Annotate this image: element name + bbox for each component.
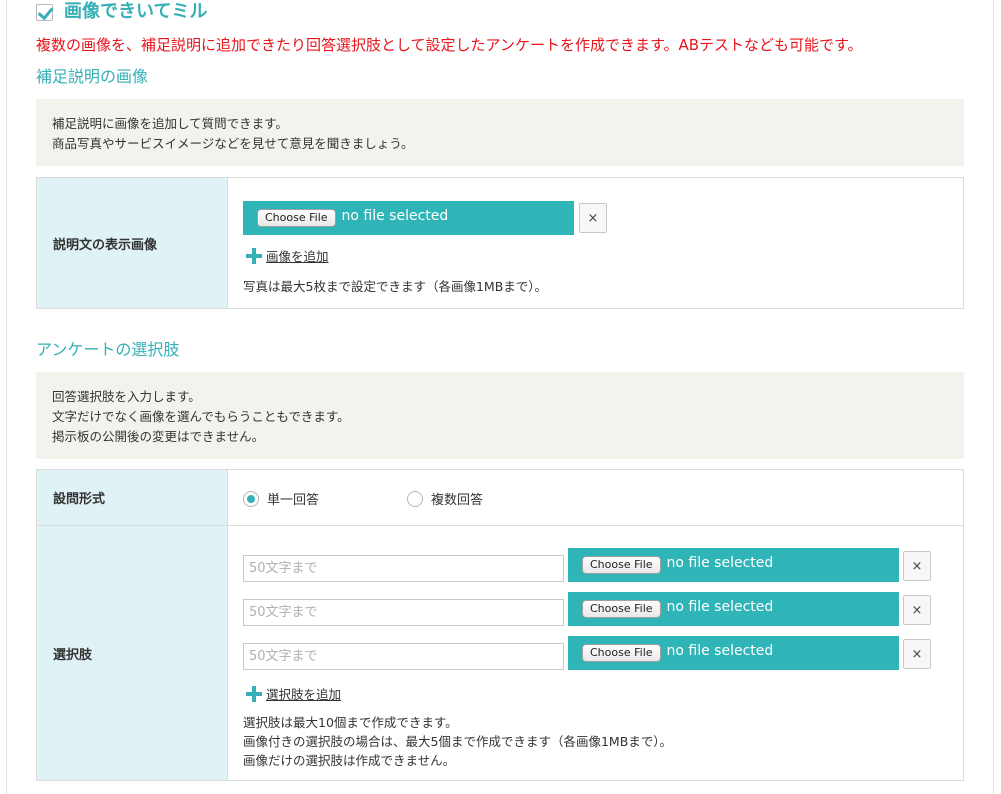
supplement-form-table: 説明文の表示画像 Choose File no file selected × … — [36, 177, 964, 309]
radio-multiple[interactable]: 複数回答 — [407, 489, 483, 508]
choices-form-table: 設問形式 単一回答 複数回答 選択肢 Choose File no file s… — [36, 469, 964, 781]
supplement-image-row: 説明文の表示画像 Choose File no file selected × … — [37, 178, 963, 308]
supplement-info-box: 補足説明に画像を追加して質問できます。 商品写真やサービスイメージなどを見せて意… — [36, 99, 964, 166]
image-limit-note: 写真は最大5枚まで設定できます（各画像1MBまで）。 — [243, 279, 548, 294]
file-status: no file selected — [666, 643, 774, 659]
note-line: 画像付きの選択肢の場合は、最大5個まで作成できます（各画像1MBまで）。 — [243, 734, 673, 749]
page-title: 画像できいてミル — [64, 1, 208, 22]
choices-row: 選択肢 Choose File no file selected × Choos… — [37, 525, 963, 780]
remove-choice-button[interactable]: × — [903, 639, 931, 669]
choice-text-input[interactable] — [243, 643, 564, 670]
info-line: 文字だけでなく画像を選んでもらうこともできます。 — [52, 409, 350, 424]
close-icon: × — [587, 210, 599, 226]
question-type-row: 設問形式 単一回答 複数回答 — [37, 470, 963, 525]
choices-info-box: 回答選択肢を入力します。 文字だけでなく画像を選んでもらうこともできます。 掲示… — [36, 372, 964, 459]
info-line: 補足説明に画像を追加して質問できます。 — [52, 116, 288, 131]
file-input[interactable]: Choose File no file selected — [568, 548, 899, 582]
plus-icon — [246, 686, 262, 702]
radio-icon — [407, 490, 423, 507]
supplement-section-title: 補足説明の画像 — [36, 67, 149, 86]
plus-icon — [246, 248, 262, 264]
feature-description: 複数の画像を、補足説明に追加できたり回答選択肢として設定したアンケートを作成でき… — [36, 36, 863, 54]
file-status: no file selected — [341, 208, 449, 224]
enable-checkbox[interactable] — [36, 4, 53, 21]
choose-file-button[interactable]: Choose File — [582, 644, 661, 662]
choices-section-title: アンケートの選択肢 — [36, 340, 180, 359]
add-image-link[interactable]: 画像を追加 — [246, 246, 329, 265]
remove-choice-button[interactable]: × — [903, 551, 931, 581]
radio-icon — [243, 490, 259, 507]
add-image-label: 画像を追加 — [266, 249, 329, 264]
remove-choice-button[interactable]: × — [903, 595, 931, 625]
close-icon: × — [911, 646, 923, 662]
info-line: 商品写真やサービスイメージなどを見せて意見を聞きましょう。 — [52, 136, 414, 151]
close-icon: × — [911, 558, 923, 574]
note-line: 選択肢は最大10個まで作成できます。 — [243, 715, 458, 730]
note-line: 画像だけの選択肢は作成できません。 — [243, 753, 456, 768]
choice-text-input[interactable] — [243, 599, 564, 626]
info-line: 回答選択肢を入力します。 — [52, 389, 201, 404]
radio-label: 複数回答 — [431, 493, 484, 508]
add-choice-link[interactable]: 選択肢を追加 — [246, 684, 341, 703]
field-label: 説明文の表示画像 — [37, 178, 228, 308]
remove-image-button[interactable]: × — [579, 203, 607, 233]
choose-file-button[interactable]: Choose File — [257, 209, 336, 227]
radio-label: 単一回答 — [267, 493, 320, 508]
file-status: no file selected — [666, 599, 774, 615]
field-content: 単一回答 複数回答 — [228, 470, 963, 525]
field-content: Choose File no file selected × Choose Fi… — [228, 526, 963, 780]
choices-notes: 選択肢は最大10個まで作成できます。 画像付きの選択肢の場合は、最大5個まで作成… — [243, 713, 672, 770]
radio-single[interactable]: 単一回答 — [243, 489, 319, 508]
file-input[interactable]: Choose File no file selected — [568, 636, 899, 670]
file-input[interactable]: Choose File no file selected — [568, 592, 899, 626]
choose-file-button[interactable]: Choose File — [582, 556, 661, 574]
close-icon: × — [911, 602, 923, 618]
choose-file-button[interactable]: Choose File — [582, 600, 661, 618]
choice-text-input[interactable] — [243, 555, 564, 582]
info-line: 掲示板の公開後の変更はできません。 — [52, 429, 265, 444]
field-label: 選択肢 — [37, 526, 228, 780]
file-status: no file selected — [666, 555, 774, 571]
file-input[interactable]: Choose File no file selected — [243, 201, 574, 235]
field-content: Choose File no file selected × 画像を追加 写真は… — [228, 178, 963, 308]
field-label: 設問形式 — [37, 470, 228, 525]
add-choice-label: 選択肢を追加 — [266, 687, 342, 702]
